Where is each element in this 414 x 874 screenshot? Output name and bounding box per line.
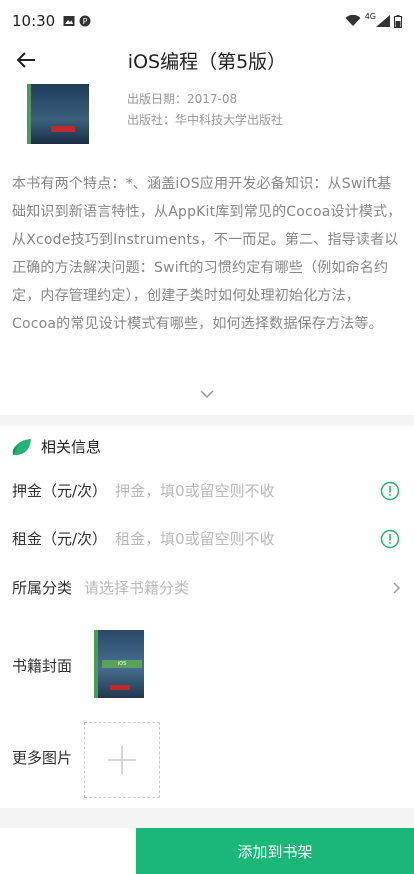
more-images-label: 更多图片 (12, 749, 73, 767)
book-description: 本书有两个特点：*、涵盖iOS应用开发必备知识：从Swift基础知识到新语言特性… (12, 176, 402, 332)
page-title: iOS编程（第5版） (127, 50, 287, 73)
more-images-row: 更多图片 (12, 747, 402, 768)
image-icon (63, 16, 75, 26)
status-right: 4G (345, 11, 402, 28)
network-type: 4G (364, 11, 376, 21)
deposit-input[interactable] (115, 481, 380, 500)
deposit-label: 押金（元/次） (12, 482, 108, 500)
leaf-icon (12, 438, 31, 455)
arrow-left-icon (16, 52, 35, 68)
rent-row: 租金（元/次） (12, 528, 402, 549)
section-title: 相关信息 (41, 438, 102, 456)
app-header: iOS编程（第5版） (0, 42, 414, 78)
category-placeholder[interactable]: 请选择书籍分类 (84, 577, 189, 598)
bottom-bar: 添加到书架 (0, 828, 414, 874)
parking-icon: P (79, 15, 91, 27)
rent-input[interactable] (115, 529, 380, 548)
chevron-down-icon (200, 390, 214, 398)
back-button[interactable] (14, 48, 38, 72)
section-header: 相关信息 (12, 436, 101, 457)
cover-row: 书籍封面 (12, 655, 402, 676)
cover-thumbnail[interactable]: iOS (94, 630, 144, 698)
signal-icon (376, 15, 390, 27)
battery-icon (394, 14, 402, 28)
expand-button[interactable] (197, 386, 217, 402)
book-cover-image (27, 84, 89, 144)
wifi-icon (345, 15, 361, 26)
svg-text:P: P (83, 17, 88, 26)
plus-icon (108, 746, 136, 774)
status-time: 10:30 (12, 12, 56, 30)
alert-icon[interactable] (380, 529, 400, 549)
deposit-row: 押金（元/次） (12, 480, 402, 501)
publisher: 出版社：华中科技大学出版社 (127, 113, 284, 127)
rent-label: 租金（元/次） (12, 530, 108, 548)
add-to-shelf-button[interactable]: 添加到书架 (136, 828, 414, 874)
publish-date: 出版日期：2017-08 (127, 92, 238, 106)
book-info-card: 出版日期：2017-08 出版社：华中科技大学出版社 本书有两个特点：*、涵盖i… (0, 78, 414, 415)
category-label: 所属分类 (12, 579, 73, 597)
status-bar: 10:30 P 4G (0, 0, 414, 42)
cover-label: 书籍封面 (12, 657, 73, 675)
add-image-button[interactable] (84, 722, 160, 798)
category-row[interactable]: 所属分类 请选择书籍分类 (12, 577, 402, 598)
chevron-right-icon (393, 581, 401, 594)
alert-icon[interactable] (380, 481, 400, 501)
related-info-card: 相关信息 押金（元/次） 租金（元/次） 所属分类 请选择书籍分类 书籍封面 i… (0, 426, 414, 808)
